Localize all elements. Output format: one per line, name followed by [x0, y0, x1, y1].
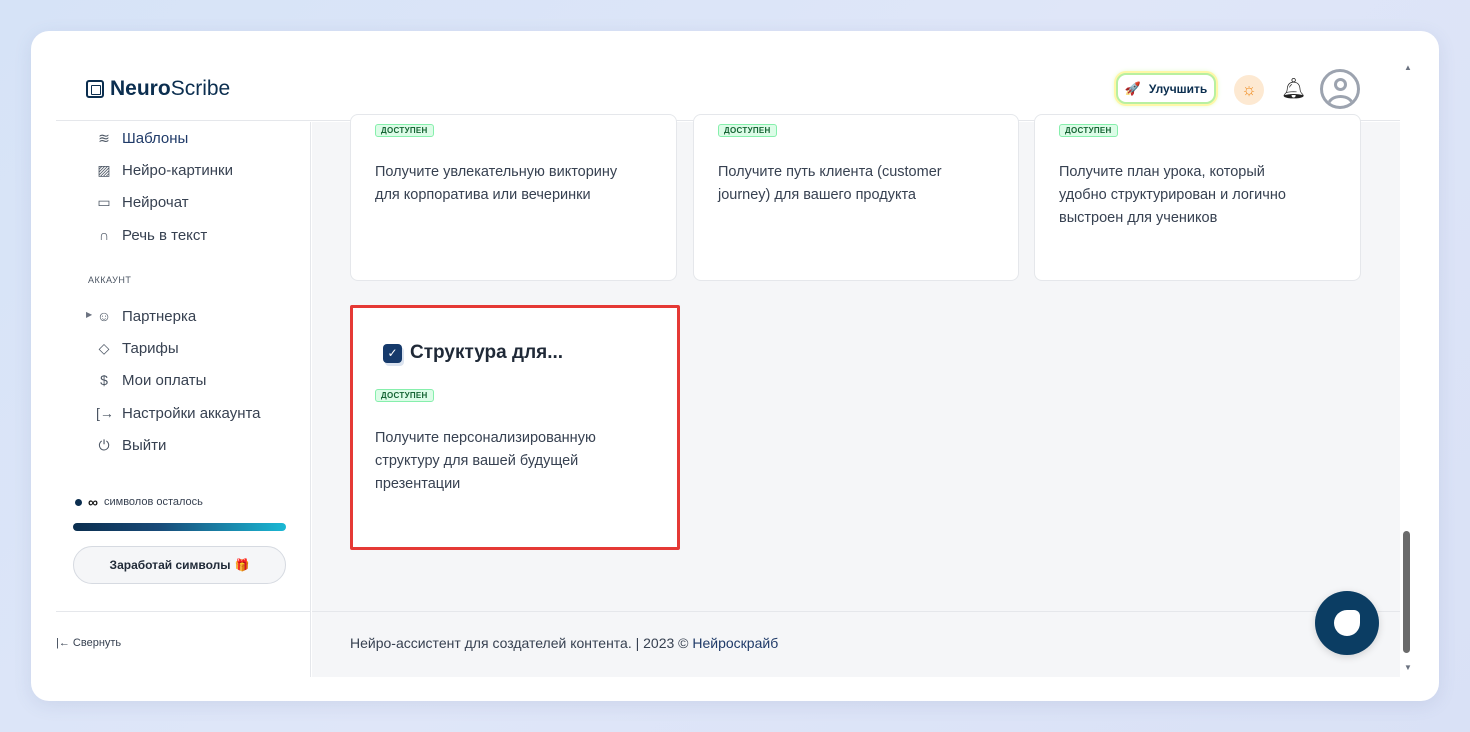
gift-icon: 🎁 — [234, 558, 250, 572]
template-card-lesson-plan[interactable]: ДОСТУПЕН Получите план урока, который уд… — [1034, 114, 1361, 281]
template-card-quiz[interactable]: ДОСТУПЕН Получите увлекательную викторин… — [350, 114, 677, 281]
sidebar-item-label: Шаблоны — [122, 129, 189, 147]
bell-icon: 🔔︎ — [1281, 78, 1307, 100]
card-description-line: для корпоратива или вечеринки — [375, 187, 591, 203]
credits-status: ∞ символов осталось — [75, 494, 203, 510]
card-description: Получите персонализированную структуру д… — [375, 427, 596, 496]
chat-bubble-icon — [1334, 610, 1360, 636]
chat-icon: ▭ — [97, 193, 111, 210]
credits-progress-bar — [73, 523, 286, 531]
brand-bold: Neuro — [110, 77, 171, 100]
tag-icon: ◇ — [98, 339, 110, 356]
sidebar-item-label: Партнерка — [122, 307, 197, 325]
credits-value: ∞ — [88, 494, 98, 510]
templates-grid: ДОСТУПЕН Получите увлекательную викторин… — [312, 114, 1400, 611]
sidebar-item-templates[interactable]: ≋ Шаблоны — [96, 126, 188, 150]
collapse-label: Свернуть — [72, 637, 122, 649]
card-description-line: Получите персонализированную — [375, 430, 596, 446]
card-description-line: выстроен для учеников — [1059, 210, 1218, 226]
sidebar-item-neuro-images[interactable]: ▨ Нейро-картинки — [96, 158, 233, 182]
avatar-head-shape — [1334, 78, 1347, 91]
sidebar-item-label: Нейрочат — [122, 193, 189, 211]
sidebar-item-neuro-chat[interactable]: ▭ Нейрочат — [96, 190, 189, 214]
scroll-up-arrow-icon[interactable]: ▲ — [1404, 63, 1412, 72]
avatar[interactable] — [1320, 69, 1360, 109]
credits-text: символов осталось — [103, 496, 203, 508]
card-title-text: Структура для... — [410, 342, 564, 363]
layers-icon: ≋ — [98, 129, 110, 146]
earn-symbols-button[interactable]: Заработай символы 🎁 — [73, 546, 286, 584]
scrollbar-thumb[interactable] — [1403, 531, 1410, 653]
status-badge: ДОСТУПЕН — [1059, 124, 1118, 137]
notifications-button[interactable]: 🔔︎ — [1281, 76, 1306, 101]
sidebar-item-label: Тарифы — [122, 339, 179, 357]
card-description: Получите план урока, который удобно стру… — [1059, 161, 1286, 230]
theme-toggle-button[interactable]: ☼ — [1234, 75, 1264, 105]
card-description-line: структуру для вашей будущей — [375, 453, 579, 469]
app-window: NeuroScribe 🚀 Улучшить ☼ 🔔︎ ≋ Шаблоны ▨ … — [31, 31, 1439, 701]
collapse-icon: |← — [56, 637, 70, 649]
card-description-line: презентации — [375, 476, 461, 492]
scroll-down-arrow-icon[interactable]: ▼ — [1404, 663, 1412, 672]
image-icon: ▨ — [97, 161, 111, 178]
top-header: NeuroScribe 🚀 Улучшить ☼ 🔔︎ — [56, 63, 1400, 121]
power-icon: ⏻ — [98, 436, 110, 453]
card-title: ✓ Структура для... — [383, 342, 563, 364]
footer-copyright: Нейро-ассистент для создателей контента.… — [350, 635, 693, 651]
checkbox-icon: ✓ — [383, 343, 402, 363]
sidebar-item-label: Настройки аккаунта — [122, 404, 261, 422]
footer-link[interactable]: Нейроскрайб — [692, 635, 778, 651]
card-description-line: journey) для вашего продукта — [718, 187, 917, 203]
upgrade-label: Улучшить — [1148, 81, 1208, 96]
card-description-line: удобно структурирован и логично — [1059, 187, 1286, 203]
logo[interactable]: NeuroScribe — [86, 77, 230, 101]
status-badge: ДОСТУПЕН — [375, 389, 434, 402]
login-icon: [→ — [96, 405, 114, 421]
sun-icon: ☼ — [1241, 80, 1257, 99]
sidebar: ≋ Шаблоны ▨ Нейро-картинки ▭ Нейрочат ∩ … — [56, 122, 311, 677]
expand-arrow-icon[interactable]: ▶ — [86, 310, 92, 319]
sidebar-item-label: Нейро-картинки — [122, 161, 233, 179]
card-description-line: Получите путь клиента (customer — [718, 164, 942, 180]
template-card-presentation-structure[interactable]: ✓ Структура для... ДОСТУПЕН Получите пер… — [350, 305, 680, 550]
sidebar-item-logout[interactable]: ⏻ Выйти — [96, 433, 166, 457]
sidebar-item-account-settings[interactable]: [→ Настройки аккаунта — [96, 401, 261, 425]
card-description-line: Получите план урока, который — [1059, 164, 1265, 180]
logo-icon — [86, 80, 104, 98]
card-description: Получите увлекательную викторину для кор… — [375, 161, 617, 207]
sidebar-item-partners[interactable]: ☺ Партнерка — [96, 304, 196, 328]
sidebar-item-label: Выйти — [122, 436, 167, 454]
status-badge: ДОСТУПЕН — [375, 124, 434, 137]
status-badge: ДОСТУПЕН — [718, 124, 777, 137]
headphones-icon: ∩ — [98, 227, 110, 243]
card-description-line: Получите увлекательную викторину — [375, 164, 618, 180]
upgrade-button[interactable]: 🚀 Улучшить — [1116, 73, 1216, 104]
template-card-customer-journey[interactable]: ДОСТУПЕН Получите путь клиента (customer… — [693, 114, 1019, 281]
rocket-icon: 🚀 — [1124, 80, 1141, 96]
earn-label: Заработай символы — [109, 558, 231, 572]
users-icon: ☺ — [96, 308, 112, 324]
avatar-body-shape — [1327, 95, 1354, 106]
dollar-icon: $ — [100, 372, 108, 388]
section-label-account: АККАУНТ — [88, 275, 132, 285]
footer-text: Нейро-ассистент для создателей контента.… — [350, 635, 778, 651]
status-dot — [75, 498, 82, 506]
support-chat-button[interactable] — [1315, 591, 1379, 655]
card-description: Получите путь клиента (customer journey)… — [718, 161, 942, 207]
sidebar-item-payments[interactable]: $ Мои оплаты — [96, 368, 206, 392]
sidebar-footer-divider — [56, 611, 311, 612]
sidebar-item-tariffs[interactable]: ◇ Тарифы — [96, 336, 179, 360]
page-footer: Нейро-ассистент для создателей контента.… — [312, 611, 1400, 677]
sidebar-item-label: Мои оплаты — [122, 371, 207, 389]
brand-light: Scribe — [170, 77, 231, 100]
scrollbar[interactable]: ▲ ▼ — [1400, 63, 1415, 677]
collapse-sidebar-button[interactable]: |← Свернуть — [56, 637, 121, 649]
sidebar-item-label: Речь в текст — [122, 226, 208, 244]
sidebar-item-speech-to-text[interactable]: ∩ Речь в текст — [96, 223, 207, 247]
